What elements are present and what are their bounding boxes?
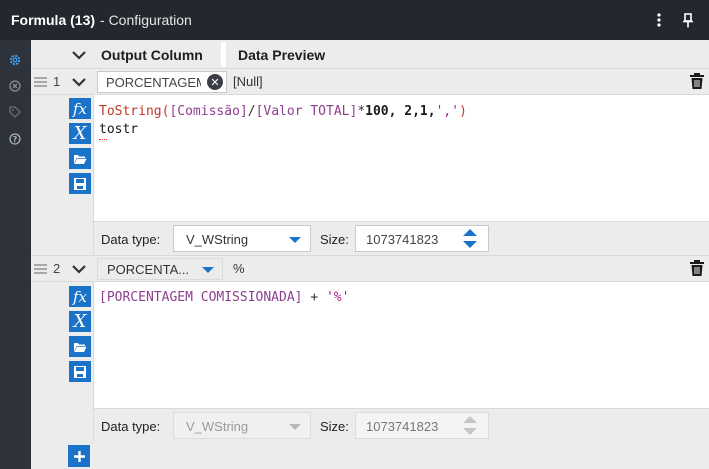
- close-paren: ): [459, 104, 467, 119]
- tag-icon[interactable]: [7, 104, 23, 120]
- operator-token: /: [247, 104, 256, 119]
- add-formula-bar: [31, 441, 709, 469]
- output-field-text: PORCENTAGEM: [106, 75, 201, 90]
- svg-text:?: ?: [13, 135, 18, 144]
- save-disk-icon[interactable]: [69, 361, 91, 382]
- gear-icon[interactable]: [7, 52, 23, 68]
- size-input[interactable]: 1073741823: [355, 412, 489, 439]
- config-sidebar: ?: [0, 40, 31, 469]
- window-titlebar: Formula (13) - Configuration: [0, 0, 709, 40]
- row-1-type-bar: Data type: V_WString Size: 1073741823: [94, 221, 709, 255]
- operator-token: *: [357, 104, 366, 119]
- window-title: Formula (13): [11, 12, 96, 28]
- dropdown-arrow-icon: [289, 237, 301, 243]
- field-token: [Valor TOTAL]: [255, 104, 358, 119]
- output-field-text: PORCENTA...: [107, 262, 190, 277]
- spin-down-icon: [463, 428, 477, 435]
- data-type-select[interactable]: V_WString: [173, 412, 311, 439]
- spin-up-icon: [463, 229, 477, 236]
- drag-handle-icon[interactable]: [34, 264, 47, 274]
- column-header: Output Column Data Preview: [31, 40, 709, 69]
- spin-up-icon: [463, 416, 477, 423]
- clear-icon[interactable]: ✕: [207, 74, 223, 90]
- expression-line-1: [PORCENTAGEM COMISSIONADA] + '%': [99, 290, 349, 305]
- circle-x-icon[interactable]: [7, 78, 23, 94]
- expression-editor[interactable]: [PORCENTAGEM COMISSIONADA] + '%': [94, 282, 709, 408]
- dropdown-arrow-icon: [202, 267, 214, 273]
- drag-handle-icon[interactable]: [34, 77, 47, 87]
- function-name: ToString(: [99, 104, 170, 119]
- data-preview-header: Data Preview: [238, 47, 326, 63]
- data-type-label: Data type:: [101, 232, 161, 247]
- spin-down-icon: [463, 241, 477, 248]
- add-formula-button[interactable]: [68, 445, 90, 467]
- output-field-select[interactable]: PORCENTA...: [97, 258, 223, 280]
- data-preview-value: [Null]: [233, 74, 263, 89]
- expression-line-1: ToString([Comissão]/[Valor TOTAL]*100, 2…: [99, 104, 467, 119]
- header-divider: [221, 42, 226, 67]
- help-icon[interactable]: ?: [7, 131, 23, 147]
- formula-row-1-header: 1 PORCENTAGEM ✕ [Null]: [31, 68, 709, 95]
- trash-icon[interactable]: [689, 72, 705, 90]
- field-token: [Comissão]: [169, 104, 248, 119]
- size-label: Size:: [320, 232, 349, 247]
- collapse-all-chevron-icon[interactable]: [71, 47, 87, 63]
- open-folder-icon[interactable]: [69, 148, 91, 169]
- data-preview-value: %: [233, 261, 245, 276]
- row-gutter: [31, 282, 67, 441]
- data-type-label: Data type:: [101, 419, 161, 434]
- function-fx-icon[interactable]: fx: [69, 286, 91, 307]
- data-type-value: V_WString: [186, 232, 249, 247]
- size-input[interactable]: 1073741823: [355, 225, 489, 252]
- size-value: 1073741823: [366, 232, 439, 247]
- size-label: Size:: [320, 419, 349, 434]
- data-type-value: V_WString: [186, 419, 249, 434]
- window-subtitle: - Configuration: [100, 12, 192, 28]
- size-spinner[interactable]: [460, 229, 480, 248]
- expression-editor[interactable]: ToString([Comissão]/[Valor TOTAL]*100, 2…: [94, 95, 709, 221]
- chevron-down-icon[interactable]: [71, 74, 87, 90]
- operator-token: +: [302, 290, 326, 305]
- size-value: 1073741823: [366, 419, 439, 434]
- pin-icon[interactable]: [679, 10, 697, 30]
- trash-icon[interactable]: [689, 259, 705, 277]
- formula-row-2-editor: fx X [PORCENTAGEM COMISSIONADA] + '%' Da…: [31, 282, 709, 441]
- expression-tools: fx X: [67, 282, 94, 441]
- number-token: 100, 2,1,: [365, 104, 436, 119]
- function-fx-icon[interactable]: fx: [69, 98, 91, 119]
- formula-config-panel: Output Column Data Preview 1 PORCENTAGEM…: [31, 40, 709, 469]
- field-token: [PORCENTAGEM COMISSIONADA]: [99, 290, 303, 305]
- data-type-select[interactable]: V_WString: [173, 225, 311, 252]
- spelling-error-marker: [99, 136, 107, 140]
- size-spinner[interactable]: [460, 416, 480, 435]
- expression-tools: fx X: [67, 95, 94, 255]
- save-disk-icon[interactable]: [69, 173, 91, 194]
- dropdown-arrow-icon: [289, 424, 301, 430]
- row-gutter: [31, 95, 67, 255]
- plus-icon: [73, 450, 85, 462]
- variable-x-icon[interactable]: X: [69, 123, 91, 144]
- string-token: ',': [435, 104, 460, 119]
- string-token: '%': [325, 290, 350, 305]
- expression-line-2: tostr: [99, 122, 139, 137]
- open-folder-icon[interactable]: [69, 336, 91, 357]
- chevron-down-icon[interactable]: [71, 261, 87, 277]
- formula-row-2-header: 2 PORCENTA... %: [31, 255, 709, 282]
- output-column-header: Output Column: [101, 47, 203, 63]
- kebab-menu-icon[interactable]: [650, 10, 668, 30]
- row-2-type-bar: Data type: V_WString Size: 1073741823: [94, 408, 709, 441]
- output-field-input[interactable]: PORCENTAGEM ✕: [97, 71, 227, 93]
- variable-x-icon[interactable]: X: [69, 311, 91, 332]
- row-number: 2: [53, 261, 61, 276]
- formula-row-1-editor: fx X ToString([Comissão]/[Valor TOTAL]*1…: [31, 95, 709, 255]
- row-number: 1: [53, 74, 61, 89]
